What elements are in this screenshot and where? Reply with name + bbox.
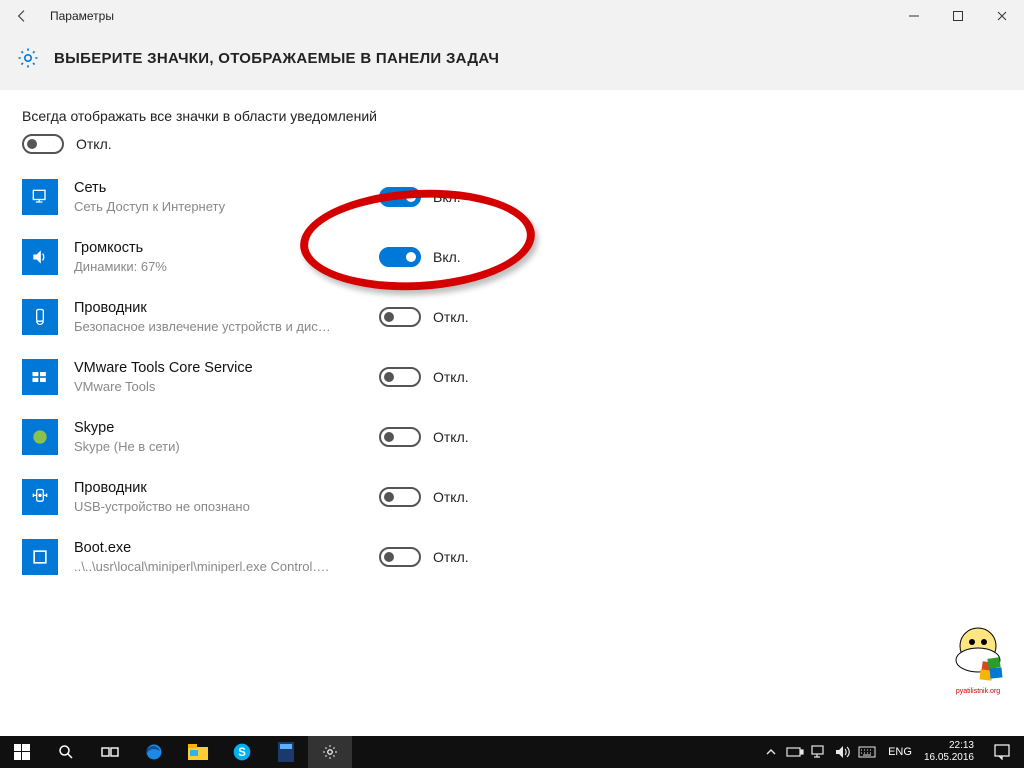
item-toggle-state: Откл. [433,369,469,385]
close-button[interactable] [980,0,1024,32]
item-subtitle: Skype (Не в сети) [74,438,379,455]
item-toggle-state: Откл. [433,489,469,505]
app-icon [22,539,58,575]
item-toggle[interactable] [379,307,421,327]
app-icon [22,479,58,515]
icon-row: VMware Tools Core ServiceVMware Tools Отк… [22,352,1002,402]
back-button[interactable] [8,2,36,30]
watermark-text: pyatilistnik.org [956,688,1000,695]
taskbar-app-settings[interactable] [308,736,352,768]
item-subtitle: Сеть Доступ к Интернету [74,198,379,215]
icon-row: SkypeSkype (Не в сети) Откл. [22,412,1002,462]
taskbar-app-edge[interactable] [132,736,176,768]
item-toggle-state: Откл. [433,309,469,325]
tray-keyboard-icon[interactable] [858,743,876,761]
item-toggle-state: Вкл. [433,189,461,205]
master-toggle[interactable] [22,134,64,154]
item-name: Проводник [74,479,379,498]
icon-row: ПроводникUSB-устройство не опознано Откл. [22,472,1002,522]
tray-chevron-up-icon[interactable] [762,743,780,761]
item-toggle[interactable] [379,547,421,567]
clock-time: 22:13 [924,740,974,752]
item-name: Проводник [74,299,379,318]
item-toggle-state: Вкл. [433,249,461,265]
item-subtitle: VMware Tools [74,378,379,395]
page-title: ВЫБЕРИТЕ ЗНАЧКИ, ОТОБРАЖАЕМЫЕ В ПАНЕЛИ З… [54,50,499,67]
item-toggle[interactable] [379,367,421,387]
taskbar-app-generic[interactable] [264,736,308,768]
item-name: VMware Tools Core Service [74,359,379,378]
item-toggle-state: Откл. [433,549,469,565]
app-icon [22,419,58,455]
item-subtitle: ..\..\usr\local\miniperl\miniperl.exe Co… [74,558,379,575]
item-toggle[interactable] [379,427,421,447]
language-indicator[interactable]: ENG [888,746,912,758]
item-name: Громкость [74,239,379,258]
start-button[interactable] [0,736,44,768]
action-center-button[interactable] [986,736,1018,768]
content-area: Всегда отображать все значки в области у… [0,90,1024,582]
icon-row: ГромкостьДинамики: 67% Вкл. [22,232,1002,282]
watermark-logo: pyatilistnik.org [938,616,1018,696]
item-toggle-state: Откл. [433,429,469,445]
item-name: Сеть [74,179,379,198]
item-name: Skype [74,419,379,438]
app-icon [22,239,58,275]
master-toggle-label: Всегда отображать все значки в области у… [22,108,1002,124]
minimize-button[interactable] [892,0,936,32]
taskbar: S ENG 22:13 16.05.2016 [0,736,1024,768]
item-subtitle: USB-устройство не опознано [74,498,379,515]
item-toggle[interactable] [379,487,421,507]
item-toggle[interactable] [379,247,421,267]
item-toggle[interactable] [379,187,421,207]
icon-row: СетьСеть Доступ к Интернету Вкл. [22,172,1002,222]
master-toggle-state: Откл. [76,136,112,152]
titlebar: Параметры [0,0,1024,32]
app-icon [22,299,58,335]
maximize-button[interactable] [936,0,980,32]
clock-date: 16.05.2016 [924,752,974,764]
svg-text:S: S [238,746,246,759]
window-controls [892,0,1024,32]
gear-icon [16,46,40,70]
app-icon [22,359,58,395]
app-icon [22,179,58,215]
taskbar-app-explorer[interactable] [176,736,220,768]
tray-volume-icon[interactable] [834,743,852,761]
taskbar-clock[interactable]: 22:13 16.05.2016 [924,740,978,764]
item-name: Boot.exe [74,539,379,558]
system-tray [762,743,876,761]
item-subtitle: Динамики: 67% [74,258,379,275]
task-view-button[interactable] [88,736,132,768]
search-button[interactable] [44,736,88,768]
tray-battery-icon[interactable] [786,743,804,761]
icon-row: ПроводникБезопасное извлечение устройств… [22,292,1002,342]
icon-row: Boot.exe..\..\usr\local\miniperl\miniper… [22,532,1002,582]
window-title: Параметры [50,9,114,23]
item-subtitle: Безопасное извлечение устройств и дис… [74,318,379,335]
tray-network-icon[interactable] [810,743,828,761]
taskbar-app-skype[interactable]: S [220,736,264,768]
page-header: ВЫБЕРИТЕ ЗНАЧКИ, ОТОБРАЖАЕМЫЕ В ПАНЕЛИ З… [0,32,1024,90]
